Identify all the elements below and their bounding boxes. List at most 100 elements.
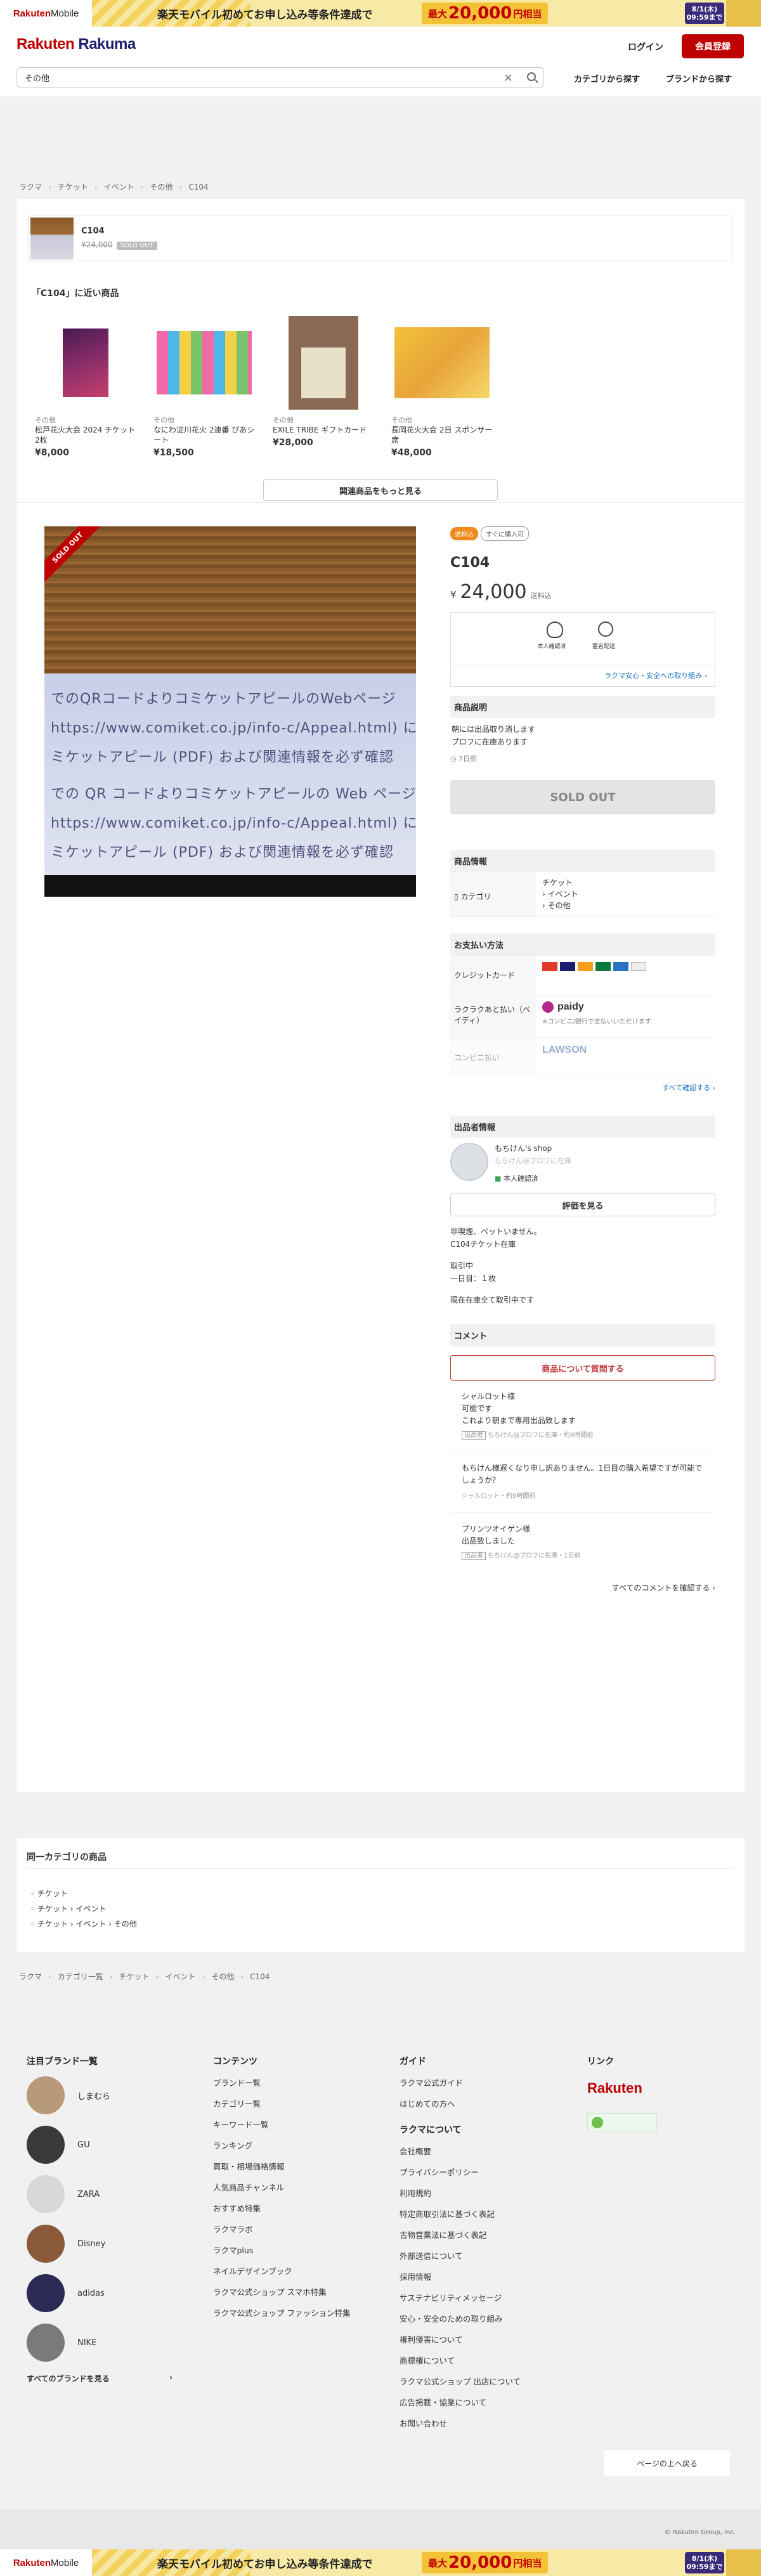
- date-line-1: 8/1(木): [691, 5, 718, 13]
- footer-link[interactable]: 安心・安全のための取り組み: [400, 2314, 503, 2324]
- bio-line: 非喫煙、ペットいません。: [450, 1227, 542, 1236]
- footer-link[interactable]: 商標権について: [400, 2356, 455, 2365]
- seller-card[interactable]: もちけん's shop もちけん@プロフに在庫 ■ 本人確認済: [450, 1138, 715, 1194]
- search-icon[interactable]: [527, 72, 536, 81]
- footer-link[interactable]: サステナビリティメッセージ: [400, 2293, 502, 2303]
- brand-item[interactable]: NIKE: [27, 2324, 179, 2362]
- comment-item: プリンツオイゲン様 出品致しました 出品者 もちけん@プロフに在庫・1日前: [450, 1513, 715, 1572]
- same-category-link[interactable]: チケット: [37, 1889, 68, 1898]
- payment-conv-row[interactable]: コンビニ払い LAWSON: [450, 1038, 715, 1075]
- safety-link[interactable]: ラクマ安心・安全への取り組み: [604, 672, 702, 680]
- more-related-button[interactable]: 関連商品をもっと見る: [263, 479, 498, 501]
- footer-link[interactable]: 権利侵害について: [400, 2335, 463, 2345]
- same-category-link[interactable]: チケット › イベント › その他: [37, 1920, 137, 1929]
- search-input[interactable]: その他 ×: [16, 67, 544, 88]
- description-heading: 商品説明: [450, 696, 715, 718]
- amount-pre: 最大: [428, 8, 448, 20]
- breadcrumb-bottom: ラクマ › カテゴリ一覧 › チケット › イベント › その他 › C104: [19, 1972, 270, 1981]
- footer-link[interactable]: キーワード一覧: [213, 2120, 269, 2130]
- footer-link[interactable]: 買取・相場価格情報: [213, 2162, 285, 2171]
- brand-item[interactable]: GU: [27, 2126, 179, 2164]
- crumb-other[interactable]: その他: [150, 183, 172, 192]
- footer-link[interactable]: プライバシーポリシー: [400, 2168, 479, 2177]
- crumb-rakuma[interactable]: ラクマ: [19, 1972, 42, 1981]
- nav-category-link[interactable]: カテゴリから探す: [574, 72, 640, 84]
- footer-link[interactable]: ラクマ公式ショップ スマホ特集: [213, 2287, 327, 2297]
- footer-link[interactable]: 利用規約: [400, 2189, 431, 2198]
- comment-meta: シャルロット・約9時間前: [462, 1493, 536, 1500]
- recommend-item[interactable]: その他 EXILE TRIBE ギフトカード ¥28,000: [273, 316, 374, 448]
- crumb-ticket[interactable]: チケット: [119, 1972, 150, 1981]
- banner-text: 楽天モバイル初めてお申し込み等条件達成で: [157, 2558, 373, 2571]
- payment-paidy-row[interactable]: ラクラクあと払い（ペイディ） paidy ※コンビニ/銀行で支払いいただけます: [450, 996, 715, 1038]
- category-link[interactable]: › イベント: [542, 888, 709, 900]
- brand-name: しまむら: [77, 2091, 111, 2102]
- footer-link[interactable]: ラクマ公式ショップ ファッション特集: [213, 2308, 350, 2318]
- all-brands-link[interactable]: すべてのブランドを見る: [27, 2373, 110, 2384]
- view-reviews-button[interactable]: 評価を見る: [450, 1194, 715, 1216]
- footer-link[interactable]: ラクマラボ: [213, 2225, 253, 2234]
- brand-rakuten: Rakuten: [16, 36, 75, 53]
- promo-banner-bottom[interactable]: Rakuten Mobile 楽天モバイル初めてお申し込み等条件達成で 最大 20,…: [0, 2549, 761, 2576]
- category-link[interactable]: › その他: [542, 900, 709, 911]
- same-category-link[interactable]: チケット › イベント: [37, 1904, 106, 1913]
- chevron-right-icon: ›: [712, 1084, 715, 1092]
- ask-question-button[interactable]: 商品について質問する: [450, 1355, 715, 1381]
- brand-item[interactable]: adidas: [27, 2274, 179, 2312]
- promo-banner-top[interactable]: Rakuten Mobile 楽天モバイル初めてお申し込み等条件達成で 最大 20,…: [0, 0, 761, 27]
- comment-line: もちけん様遅くなり申し訳ありません。1日目の購入希望ですが可能でしょうか？: [462, 1464, 703, 1485]
- footer-link[interactable]: おすすめ特集: [213, 2204, 261, 2213]
- brand-rakuma: Rakuma: [74, 36, 136, 53]
- footer-link[interactable]: ブランド一覧: [213, 2078, 261, 2088]
- comment-item: もちけん様遅くなり申し訳ありません。1日目の購入希望ですが可能でしょうか？ シャ…: [450, 1452, 715, 1513]
- footer-link[interactable]: お問い合わせ: [400, 2419, 447, 2428]
- item-summary[interactable]: C104 ¥24,000 SOLD OUT: [29, 216, 732, 261]
- recommend-item[interactable]: その他 長岡花火大会 2日 スポンサー席 ¥48,000: [391, 316, 493, 458]
- brand-item[interactable]: Disney: [27, 2225, 179, 2263]
- footer-link[interactable]: ランキング: [213, 2141, 252, 2150]
- user-check-icon: [547, 621, 563, 638]
- brand-item[interactable]: しまむら: [27, 2076, 179, 2114]
- crumb-event[interactable]: イベント: [104, 183, 134, 192]
- recommend-category: その他: [35, 416, 56, 424]
- footer-link[interactable]: 人気商品チャンネル: [213, 2183, 284, 2192]
- brand-item[interactable]: ZARA: [27, 2175, 179, 2213]
- footer-link[interactable]: ラクマplus: [213, 2246, 253, 2255]
- item-main-image[interactable]: でのQRコードよりコミケットアピールのWebページ https://www.co…: [44, 526, 416, 897]
- footer-link[interactable]: ネイルデザインブック: [213, 2267, 292, 2276]
- nav-brand-link[interactable]: ブランドから探す: [666, 72, 732, 84]
- footer-link[interactable]: ラクマ公式ショップ 出店について: [400, 2377, 521, 2386]
- footer-link[interactable]: 会社概要: [400, 2147, 431, 2156]
- footer-link[interactable]: 特定商取引法に基づく表記: [400, 2209, 495, 2219]
- soldout-button[interactable]: SOLD OUT: [450, 780, 715, 814]
- footer-link[interactable]: 採用情報: [400, 2272, 431, 2282]
- recommend-item[interactable]: その他 なにわ淀川花火 2連番 ぴあシート ¥18,500: [153, 316, 255, 458]
- signup-button[interactable]: 会員登録: [682, 34, 744, 58]
- footer-link[interactable]: ラクマ公式ガイド: [400, 2078, 463, 2088]
- category-link[interactable]: チケット: [542, 877, 709, 888]
- payment-more-link[interactable]: すべて確認する: [662, 1084, 710, 1092]
- footer-link[interactable]: 広告掲載・協業について: [400, 2398, 486, 2407]
- crumb-current: C104: [250, 1972, 270, 1981]
- crumb-other[interactable]: その他: [211, 1972, 234, 1981]
- crumb-event[interactable]: イベント: [165, 1972, 195, 1981]
- login-link[interactable]: ログイン: [628, 41, 663, 53]
- payment-credit-row[interactable]: クレジットカード: [450, 956, 715, 996]
- footer-link[interactable]: 外部送信について: [400, 2251, 463, 2261]
- footer-link[interactable]: 古物営業法に基づく表記: [400, 2230, 487, 2240]
- crumb-rakuma[interactable]: ラクマ: [19, 183, 42, 192]
- conv-label: コンビニ払い: [450, 1038, 536, 1074]
- footer-link[interactable]: はじめての方へ: [400, 2099, 455, 2109]
- rakuten-logo-link[interactable]: Rakuten: [587, 2080, 733, 2097]
- all-comments-link[interactable]: すべてのコメントを確認する: [612, 1584, 710, 1592]
- footer-brands: 注目ブランド一覧 しまむら GU ZARA Disney adidas NIKE…: [27, 2055, 179, 2384]
- recommend-item[interactable]: その他 松戸花火大会 2024 チケット 2枚 ¥8,000: [35, 316, 136, 458]
- crumb-ticket[interactable]: チケット: [58, 183, 88, 192]
- copyright-bar: © Rakuten Group, Inc.: [0, 2509, 761, 2549]
- back-to-top-button[interactable]: ページの上へ戻る: [604, 2449, 731, 2477]
- footer-link[interactable]: カテゴリ一覧: [213, 2099, 261, 2109]
- clear-icon[interactable]: ×: [504, 71, 513, 84]
- crumb-category-list[interactable]: カテゴリ一覧: [58, 1972, 103, 1981]
- sustainability-banner[interactable]: [587, 2113, 657, 2132]
- rakuma-logo[interactable]: Rakuten Rakuma: [16, 36, 136, 53]
